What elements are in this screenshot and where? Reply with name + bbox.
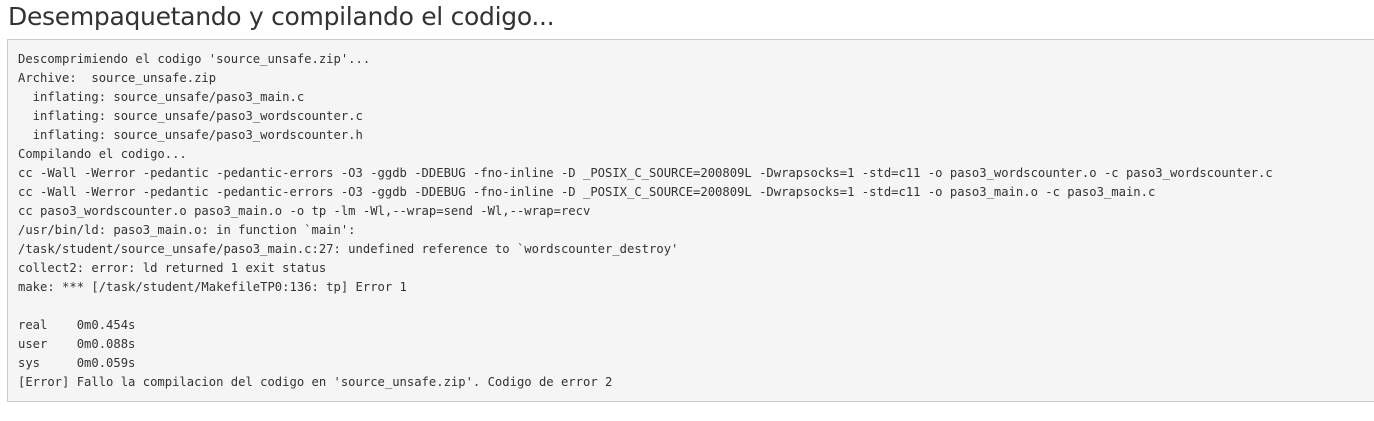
output-line: make: *** [/task/student/MakefileTP0:136…	[18, 280, 407, 294]
output-line: [Error] Fallo la compilacion del codigo …	[18, 375, 613, 389]
output-line: cc paso3_wordscounter.o paso3_main.o -o …	[18, 204, 591, 218]
output-line: Archive: source_unsafe.zip	[18, 71, 217, 85]
output-line: cc -Wall -Werror -pedantic -pedantic-err…	[18, 185, 1156, 199]
output-line: /usr/bin/ld: paso3_main.o: in function `…	[18, 223, 356, 237]
page-title: Desempaquetando y compilando el codigo..…	[8, 2, 555, 31]
output-line: collect2: error: ld returned 1 exit stat…	[18, 261, 327, 275]
output-line: /task/student/source_unsafe/paso3_main.c…	[18, 242, 679, 256]
output-line: sys 0m0.059s	[18, 356, 136, 370]
output-line: user 0m0.088s	[18, 337, 136, 351]
output-line: Descomprimiendo el codigo 'source_unsafe…	[18, 52, 371, 66]
output-line: real 0m0.454s	[18, 318, 136, 332]
output-line: Compilando el codigo...	[18, 147, 187, 161]
output-line: inflating: source_unsafe/paso3_wordscoun…	[18, 109, 363, 123]
output-line: inflating: source_unsafe/paso3_wordscoun…	[18, 128, 363, 142]
output-line: inflating: source_unsafe/paso3_main.c	[18, 90, 305, 104]
output-line: cc -Wall -Werror -pedantic -pedantic-err…	[18, 166, 1273, 180]
compilation-output: Descomprimiendo el codigo 'source_unsafe…	[7, 39, 1374, 402]
